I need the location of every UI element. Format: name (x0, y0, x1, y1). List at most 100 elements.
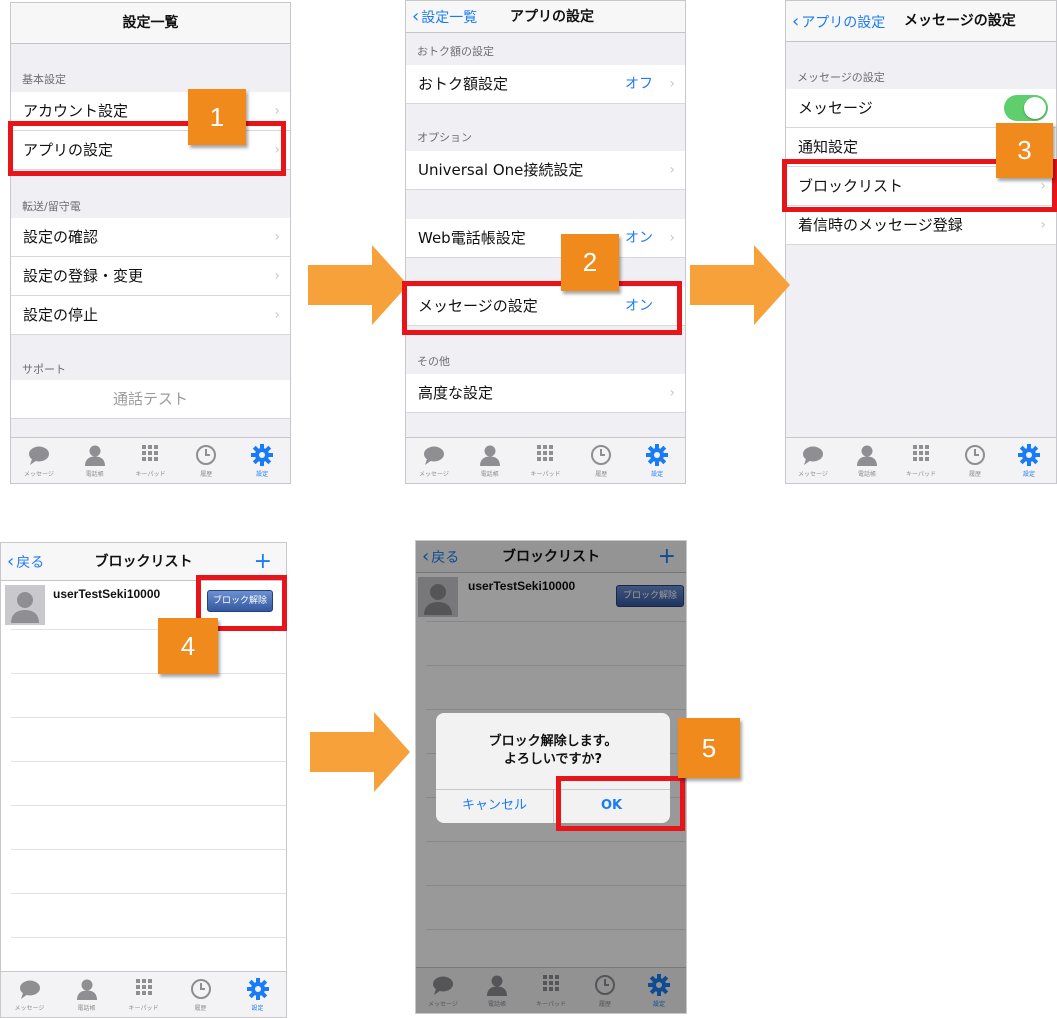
row-label: 設定の停止 (23, 306, 99, 324)
keypad-icon (138, 444, 162, 466)
tab-person[interactable]: 電話帳 (840, 438, 894, 483)
call-test-label: 通話テスト (112, 390, 188, 408)
list-separator (11, 673, 286, 674)
tab-label: キーパッド (128, 1005, 159, 1012)
chevron-right-icon: › (669, 230, 675, 246)
tab-gear[interactable]: 設定 (1002, 438, 1056, 483)
row-label: おトク額設定 (418, 75, 509, 93)
tab-label: 電話帳 (480, 471, 499, 478)
tab-clock[interactable]: 履歴 (948, 438, 1002, 483)
tab-bar: メッセージ 電話帳 キーパッド 履歴 設定 (1, 971, 286, 1017)
row-label: Universal One接続設定 (418, 161, 584, 179)
chevron-left-icon: ‹ (412, 6, 420, 27)
back-label: アプリの設定 (801, 15, 886, 31)
section-label-otoku: おトク額の設定 (417, 45, 494, 58)
tab-label: メッセージ (23, 471, 54, 478)
row-value: オン (625, 230, 653, 246)
back-label: 設定一覧 (421, 10, 478, 26)
tab-label: 設定 (256, 471, 269, 478)
tab-chat-bubble[interactable]: メッセージ (11, 438, 67, 483)
clock-icon (589, 444, 613, 466)
gear-icon (250, 444, 274, 466)
person-icon (11, 592, 39, 623)
chat-bubble-icon (18, 978, 42, 1000)
step-badge-3: 3 (996, 123, 1053, 178)
step-badge-2: 2 (561, 234, 619, 291)
list-separator (11, 893, 286, 894)
tab-label: 履歴 (595, 471, 608, 478)
tab-label: 電話帳 (857, 471, 876, 478)
tab-chat-bubble[interactable]: メッセージ (406, 438, 462, 483)
tab-label: キーパッド (906, 471, 936, 478)
blocklist-list: userTestSeki10000 ブロック解除 (1, 581, 286, 971)
tab-gear[interactable]: 設定 (234, 438, 290, 483)
row-register-settings[interactable]: 設定の登録・変更 › (11, 257, 290, 296)
tab-label: 履歴 (194, 1005, 207, 1012)
tab-chat-bubble[interactable]: メッセージ (1, 972, 58, 1017)
page-title: 設定一覧 (122, 15, 179, 31)
step-badge-1: 1 (188, 89, 246, 145)
list-separator (11, 717, 286, 718)
tab-person[interactable]: 電話帳 (67, 438, 123, 483)
tab-gear[interactable]: 設定 (629, 438, 685, 483)
navbar: 設定一覧 (11, 3, 290, 44)
flow-arrow-icon (310, 712, 410, 792)
screen-app-settings: ‹ 設定一覧 アプリの設定 おトク額の設定 おトク額設定 オフ › オプション U… (405, 0, 686, 484)
page-title: アプリの設定 (510, 9, 594, 25)
tab-person[interactable]: 電話帳 (462, 438, 518, 483)
chevron-right-icon: › (669, 385, 675, 401)
tab-clock[interactable]: 履歴 (178, 438, 234, 483)
tab-keypad[interactable]: キーパッド (123, 438, 179, 483)
tab-clock[interactable]: 履歴 (172, 972, 229, 1017)
clock-icon (194, 444, 218, 466)
row-label: Web電話帳設定 (418, 229, 526, 247)
section-label-other: その他 (417, 355, 450, 368)
tab-keypad[interactable]: キーパッド (894, 438, 948, 483)
row-label: 設定の登録・変更 (23, 267, 144, 285)
tab-label: キーパッド (135, 471, 166, 478)
alert-message: ブロック解除します。 よろしいですか? (436, 733, 670, 769)
chat-bubble-icon (27, 444, 51, 466)
list-separator (11, 761, 286, 762)
list-separator (11, 849, 286, 850)
keypad-icon (909, 444, 933, 466)
row-web-phonebook[interactable]: Web電話帳設定 オン › (406, 219, 685, 258)
section-label-message: メッセージの設定 (797, 71, 885, 84)
alert-line-1: ブロック解除します。 (488, 734, 618, 749)
row-confirm-settings[interactable]: 設定の確認 › (11, 218, 290, 257)
keypad-icon (132, 978, 156, 1000)
row-advanced-settings[interactable]: 高度な設定 › (406, 374, 685, 413)
back-button[interactable]: ‹ アプリの設定 (792, 1, 885, 42)
tab-label: 電話帳 (77, 1005, 96, 1012)
flow-arrow-icon (690, 245, 790, 325)
tab-clock[interactable]: 履歴 (573, 438, 629, 483)
row-label: 設定の確認 (23, 228, 99, 246)
tab-bar: メッセージ 電話帳 キーパッド 履歴 設定 (786, 437, 1056, 483)
tab-label: 電話帳 (85, 471, 104, 478)
row-stop-settings[interactable]: 設定の停止 › (11, 296, 290, 335)
tab-person[interactable]: 電話帳 (58, 972, 115, 1017)
keypad-icon (533, 444, 557, 466)
person-icon (83, 444, 107, 466)
row-universal-one[interactable]: Universal One接続設定 › (406, 151, 685, 190)
toggle-knob (1024, 97, 1046, 119)
back-button[interactable]: ‹ 設定一覧 (412, 1, 477, 33)
blocked-username: userTestSeki10000 (53, 587, 161, 601)
tab-label: 履歴 (968, 471, 981, 478)
cancel-button[interactable]: キャンセル (436, 790, 553, 823)
row-otoku-settings[interactable]: おトク額設定 オフ › (406, 65, 685, 104)
chevron-right-icon: › (669, 162, 675, 178)
tab-keypad[interactable]: キーパッド (115, 972, 172, 1017)
chevron-right-icon: › (274, 268, 280, 284)
chevron-right-icon: › (274, 229, 280, 245)
message-toggle[interactable] (1004, 95, 1048, 121)
page-title: メッセージの設定 (904, 13, 1016, 29)
tab-chat-bubble[interactable]: メッセージ (786, 438, 840, 483)
row-label: 高度な設定 (418, 384, 494, 402)
tab-keypad[interactable]: キーパッド (518, 438, 574, 483)
tab-label: キーパッド (530, 471, 561, 478)
row-call-test[interactable]: 通話テスト (11, 380, 290, 419)
tab-gear[interactable]: 設定 (229, 972, 286, 1017)
avatar (5, 585, 45, 625)
list-separator (11, 937, 286, 938)
